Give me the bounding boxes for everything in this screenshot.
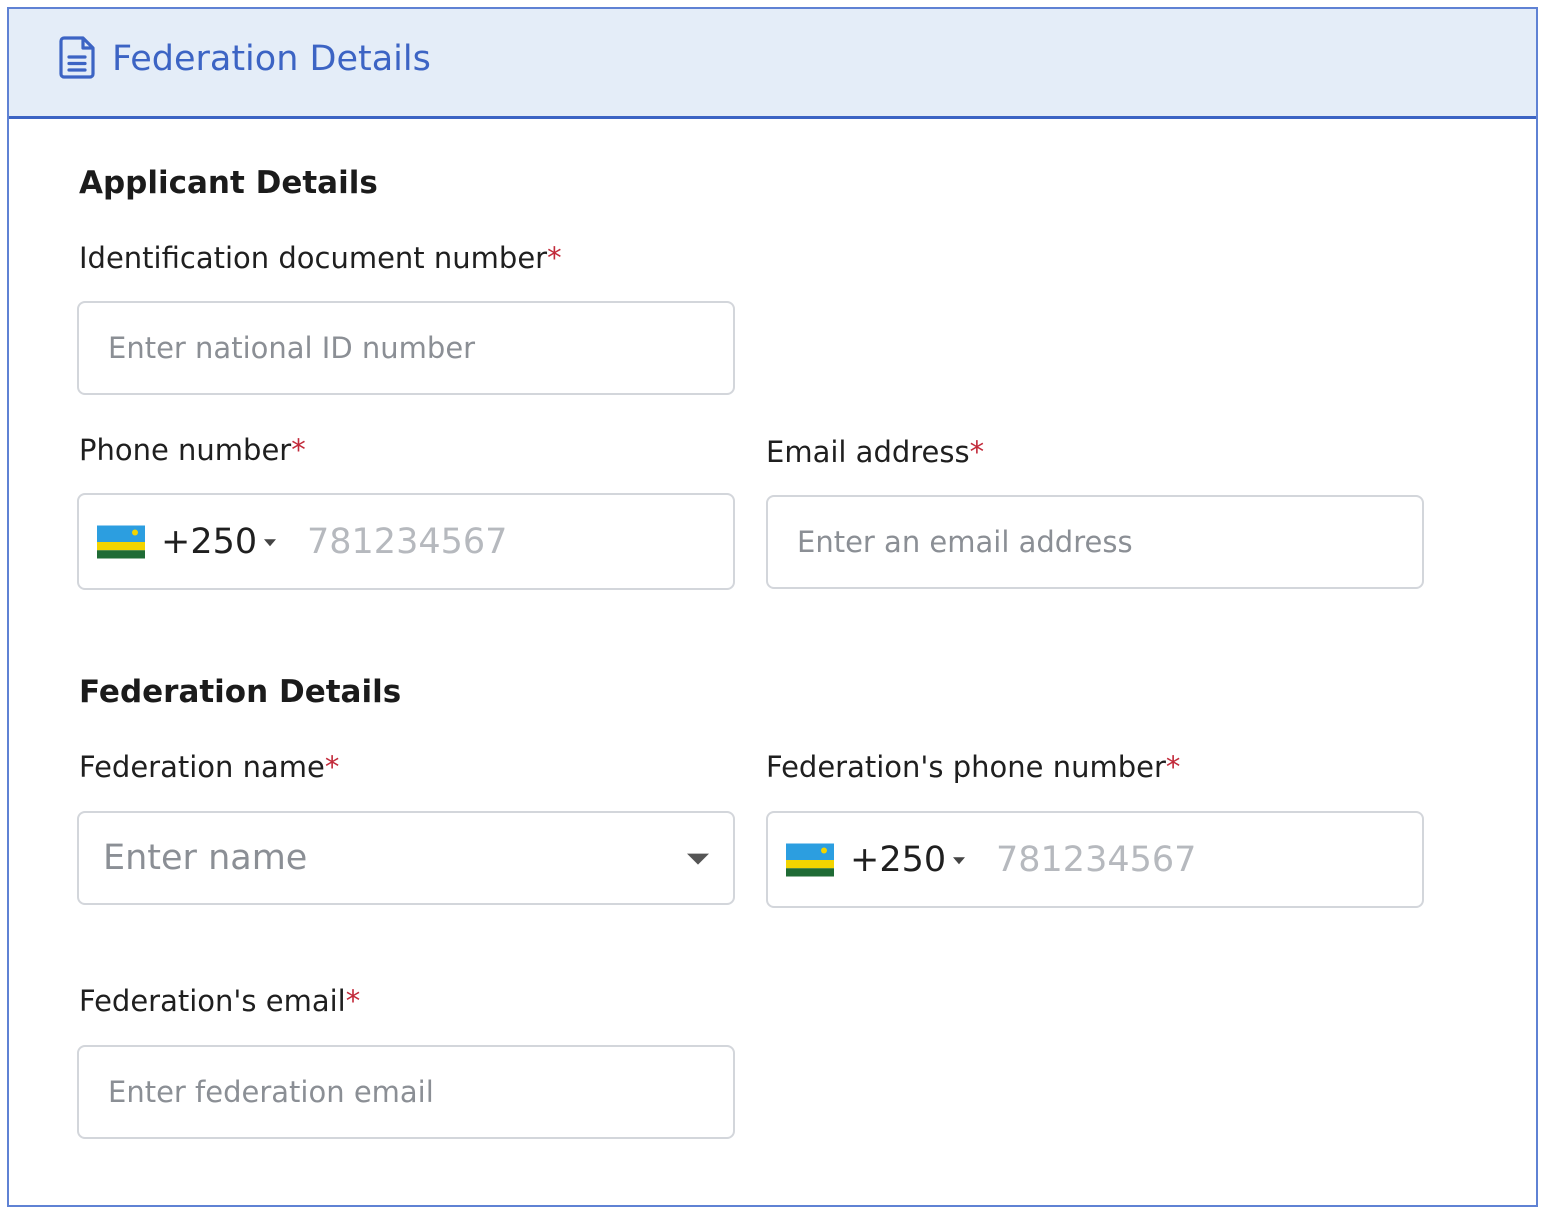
id-number-label: Identification document number* — [79, 241, 562, 275]
federation-name-label: Federation name* — [79, 750, 340, 784]
required-mark: * — [291, 433, 306, 467]
chevron-down-icon[interactable] — [953, 856, 965, 864]
email-placeholder: Enter an email address — [797, 525, 1133, 559]
dial-code[interactable]: +250 — [850, 840, 946, 880]
phone-placeholder: 781234567 — [307, 521, 508, 562]
federation-phone-input[interactable]: +250 781234567 — [766, 811, 1424, 908]
id-number-input[interactable]: Enter national ID number — [77, 301, 735, 395]
required-mark: * — [547, 241, 562, 275]
chevron-down-icon[interactable] — [687, 853, 709, 865]
required-mark: * — [345, 984, 361, 1018]
federation-name-select[interactable]: Enter name — [77, 811, 735, 905]
required-mark: * — [969, 435, 985, 469]
required-mark: * — [324, 750, 340, 784]
federation-phone-label: Federation's phone number* — [766, 750, 1181, 784]
chevron-down-icon[interactable] — [264, 538, 276, 546]
federation-email-placeholder: Enter federation email — [108, 1075, 434, 1109]
dial-code[interactable]: +250 — [161, 522, 257, 562]
phone-number-label: Phone number* — [79, 433, 306, 467]
federation-email-input[interactable]: Enter federation email — [77, 1045, 735, 1139]
required-mark: * — [1165, 750, 1181, 784]
rwanda-flag-icon[interactable] — [786, 843, 834, 876]
phone-number-input[interactable]: +250 781234567 — [77, 493, 735, 590]
document-icon — [59, 36, 95, 79]
form-card: Federation Details Applicant Details Ide… — [7, 7, 1538, 1207]
federation-name-placeholder: Enter name — [103, 838, 308, 878]
federation-email-label: Federation's email* — [79, 984, 361, 1018]
phone-placeholder: 781234567 — [996, 839, 1197, 880]
rwanda-flag-icon[interactable] — [97, 525, 145, 558]
header-title: Federation Details — [112, 39, 431, 79]
id-number-placeholder: Enter national ID number — [108, 331, 476, 365]
applicant-section-title: Applicant Details — [79, 165, 378, 201]
card-header: Federation Details — [9, 9, 1536, 119]
federation-section-title: Federation Details — [79, 674, 402, 710]
email-input[interactable]: Enter an email address — [766, 495, 1424, 589]
email-label: Email address* — [766, 435, 985, 469]
